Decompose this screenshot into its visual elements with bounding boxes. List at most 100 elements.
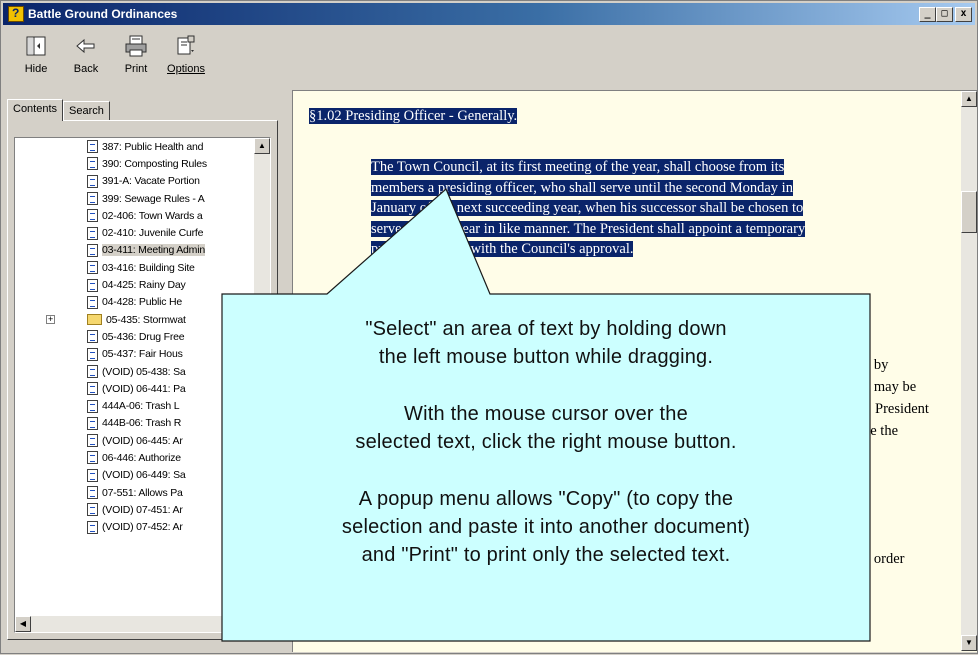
section-heading[interactable]: §1.02 Presiding Officer - Generally. [309, 108, 518, 125]
tree-item-label: 05-435: Stormwat [106, 313, 186, 326]
tree-item-label: (VOID) 06-445: Ar [102, 434, 183, 447]
selected-text-line[interactable]: presiding officer with the Council's app… [371, 241, 634, 258]
document-icon [87, 382, 98, 396]
tree-item[interactable]: 390: Composting Rules [15, 155, 255, 172]
tree-item[interactable]: +05-435: Stormwat [15, 311, 255, 328]
options-label-text: Options [167, 63, 205, 75]
tree-horizontal-scrollbar[interactable]: ◀ [15, 616, 255, 632]
tree-item-label: 04-428: Public He [102, 296, 183, 309]
document-icon [87, 416, 98, 430]
tree-item-label: 387: Public Health and [102, 140, 204, 153]
tree-item-label: 06-446: Authorize [102, 451, 181, 464]
tree-item[interactable]: (VOID) 07-452: Ar [15, 519, 255, 536]
content-scroll-up-button[interactable]: ▲ [961, 91, 977, 107]
help-app-icon [8, 6, 24, 22]
window-controls: _ □ x [919, 6, 972, 22]
tree-item[interactable]: 399: Sewage Rules - A [15, 190, 255, 207]
back-button[interactable]: Back [61, 27, 111, 85]
options-button[interactable]: Options [161, 27, 211, 85]
document-icon [87, 209, 98, 223]
tree-item[interactable]: 04-425: Rainy Day [15, 276, 255, 293]
tree-item[interactable]: 387: Public Health and [15, 138, 255, 155]
tree-item-label: 444B-06: Trash R [102, 417, 182, 430]
tree-item-label: (VOID) 05-438: Sa [102, 365, 186, 378]
tree-item[interactable]: 03-411: Meeting Admin [15, 242, 255, 259]
tree-item[interactable]: (VOID) 07-451: Ar [15, 501, 255, 518]
tree-item[interactable]: 444A-06: Trash L [15, 397, 255, 414]
tree-item[interactable]: (VOID) 05-438: Sa [15, 363, 255, 380]
document-icon [87, 243, 98, 257]
topic-document[interactable]: §1.02 Presiding Officer - Generally. The… [293, 91, 960, 651]
back-arrow-icon [72, 33, 100, 59]
tree-item[interactable]: 391-A: Vacate Portion [15, 173, 255, 190]
tree-item[interactable]: 05-436: Drug Free [15, 328, 255, 345]
tree-item[interactable]: 04-428: Public He [15, 294, 255, 311]
tab-search[interactable]: Search [63, 101, 110, 121]
folder-icon [87, 314, 102, 326]
contents-panel: 387: Public Health and 390: Composting Ru… [7, 120, 278, 640]
navigation-pane: Contents Search 387: Public Health and 39… [3, 93, 286, 651]
tree-item-label: 444A-06: Trash L [102, 400, 180, 413]
document-icon [87, 157, 98, 171]
document-icon [87, 226, 98, 240]
selected-heading-text[interactable]: §1.02 Presiding Officer - Generally. [309, 108, 518, 124]
maximize-button[interactable]: □ [936, 6, 953, 22]
selected-text-line[interactable]: members a presiding officer, who shall s… [371, 179, 793, 196]
tree-item[interactable]: (VOID) 06-445: Ar [15, 432, 255, 449]
tree-item[interactable]: 02-406: Town Wards a [15, 207, 255, 224]
tree-scroll-left-button[interactable]: ◀ [15, 616, 31, 632]
content-scroll-thumb[interactable] [961, 191, 977, 233]
content-vertical-scrollbar[interactable]: ▲ ▼ [961, 91, 977, 651]
expand-icon[interactable]: + [46, 314, 55, 324]
tree-item-label: 04-425: Rainy Day [102, 279, 186, 292]
back-label: Back [73, 63, 99, 75]
tree-item-label: 02-406: Town Wards a [102, 209, 203, 222]
document-icon [87, 261, 98, 275]
help-window: Battle Ground Ordinances _ □ x Hide [0, 0, 978, 654]
tree-item[interactable]: 03-416: Building Site [15, 259, 255, 276]
tree-item-label: 05-437: Fair Hous [102, 348, 183, 361]
tree-item[interactable]: 06-446: Authorize [15, 449, 255, 466]
document-icon [87, 365, 98, 378]
tree-item[interactable]: 444B-06: Trash R [15, 415, 255, 432]
options-icon [172, 33, 200, 59]
selected-text-line[interactable]: January of the next succeeding year, whe… [371, 200, 804, 217]
hide-button[interactable]: Hide [11, 27, 61, 85]
tree-item[interactable]: 02-410: Juvenile Curfe [15, 224, 255, 241]
selected-text-line[interactable]: serve the next year in like manner. The … [371, 220, 806, 237]
minimize-button[interactable]: _ [919, 6, 936, 22]
tree-item[interactable]: 07-551: Allows Pa [15, 484, 255, 501]
print-label: Print [124, 63, 148, 75]
tab-contents[interactable]: Contents [7, 99, 64, 121]
hide-label: Hide [24, 63, 48, 75]
topic-content-pane[interactable]: §1.02 Presiding Officer - Generally. The… [292, 90, 977, 652]
tree-item[interactable]: 05-437: Fair Hous [15, 346, 255, 363]
text-fragment: ve the [863, 423, 899, 439]
tree-item[interactable]: (VOID) 06-441: Pa [15, 380, 255, 397]
document-icon [87, 434, 98, 448]
tree-item[interactable]: (VOID) 06-449: Sa [15, 467, 255, 484]
contents-tree[interactable]: 387: Public Health and 390: Composting Ru… [14, 137, 271, 633]
print-button[interactable]: Print [111, 27, 161, 85]
document-icon [87, 399, 98, 413]
window-title: Battle Ground Ordinances [28, 7, 178, 21]
nav-tabs: Contents Search [7, 99, 110, 121]
tree-item-label: 05-436: Drug Free [102, 330, 185, 343]
close-button[interactable]: x [955, 6, 972, 22]
selected-text-line[interactable]: The Town Council, at its first meeting o… [371, 159, 785, 175]
content-scroll-down-button[interactable]: ▼ [961, 635, 977, 651]
document-icon [87, 451, 98, 465]
tree-item-label: (VOID) 06-449: Sa [102, 469, 186, 482]
tree-item-label: 03-416: Building Site [102, 261, 195, 274]
tree-scroll-up-button[interactable]: ▲ [254, 138, 270, 154]
hide-pane-icon [22, 33, 50, 59]
tree-vertical-scrollbar[interactable]: ▲ [254, 138, 270, 616]
document-icon [87, 295, 98, 309]
text-fragment: n by [863, 357, 889, 373]
tree-item-label: 390: Composting Rules [102, 157, 207, 170]
document-icon [87, 174, 98, 188]
title-bar[interactable]: Battle Ground Ordinances _ □ x [3, 3, 975, 25]
tree-item-label: 07-551: Allows Pa [102, 486, 183, 499]
selected-paragraph[interactable]: The Town Council, at its first meeting o… [371, 157, 961, 260]
document-icon [87, 486, 98, 500]
